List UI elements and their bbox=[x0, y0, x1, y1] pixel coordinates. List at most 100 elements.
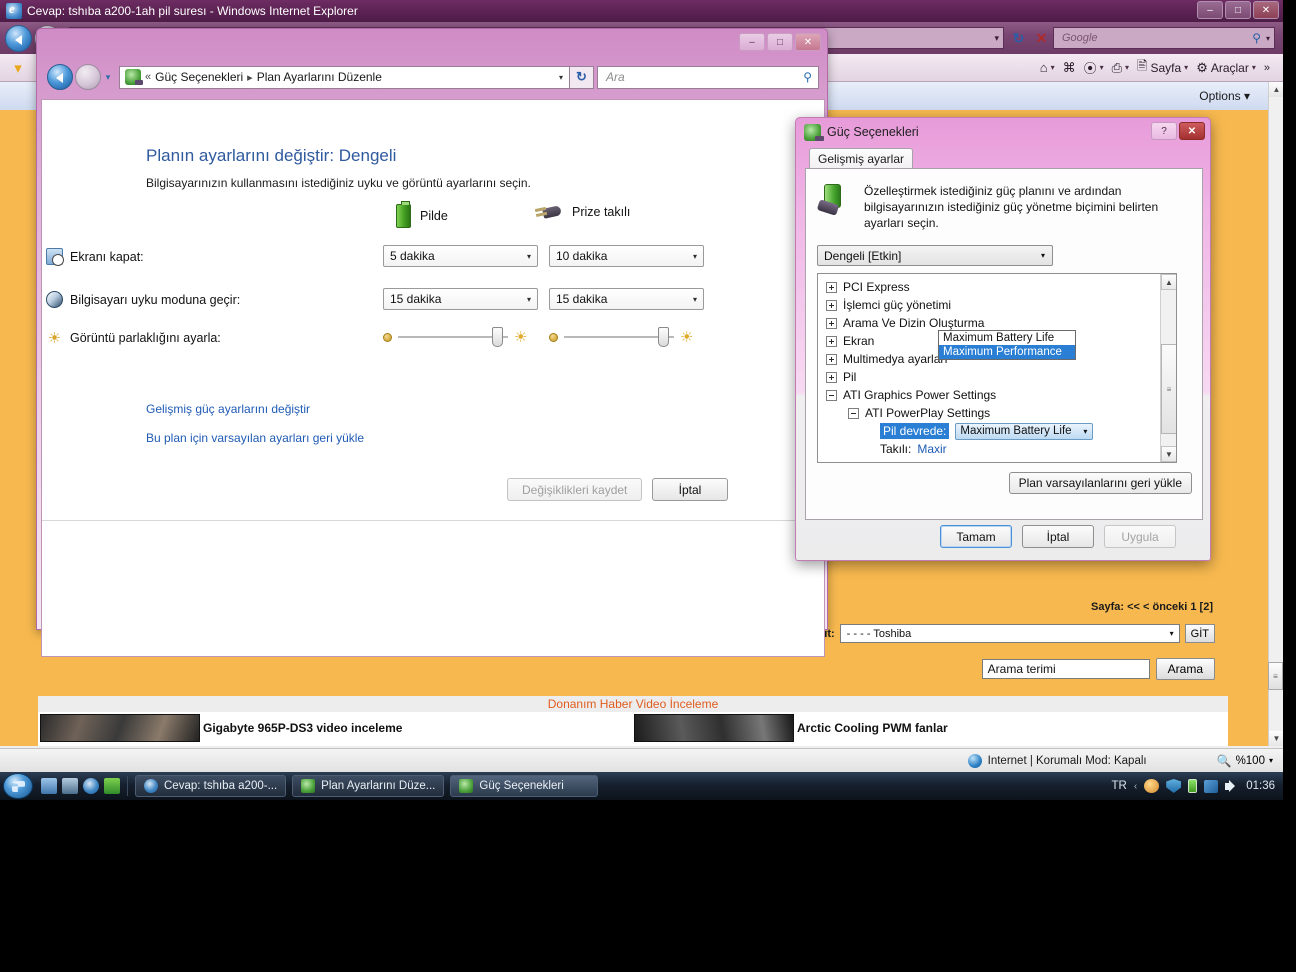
start-button[interactable] bbox=[3, 773, 33, 799]
brightness-plugged-slider[interactable]: ☀ bbox=[549, 327, 693, 347]
cancel-button[interactable]: İptal bbox=[652, 478, 728, 501]
plan-search-input[interactable]: Ara ⚲ bbox=[597, 65, 819, 89]
plan-window-title-bar[interactable]: – □ ✕ bbox=[37, 29, 827, 59]
tab-advanced-settings[interactable]: Gelişmiş ayarlar bbox=[809, 148, 914, 168]
restore-plan-defaults-button[interactable]: Plan varsayılanlarını geri yükle bbox=[1008, 472, 1192, 494]
scrollbar-thumb[interactable]: ≡ bbox=[1268, 662, 1283, 690]
chevron-down-icon[interactable]: ▾ bbox=[1100, 63, 1104, 72]
apply-button[interactable]: Uygula bbox=[1104, 525, 1176, 548]
chevron-down-icon[interactable]: ▾ bbox=[1184, 63, 1188, 72]
dialog-title-bar[interactable]: Güç Seçenekleri ? ✕ bbox=[796, 118, 1210, 146]
scrollbar-thumb[interactable]: ≡ bbox=[1161, 344, 1176, 434]
home-button[interactable]: ⌂ ▾ bbox=[1037, 58, 1058, 77]
dropdown-option-maximum-battery-life[interactable]: Maximum Battery Life bbox=[939, 331, 1075, 345]
powerplay-battery-dropdown-list[interactable]: Maximum Battery Life Maximum Performance bbox=[938, 330, 1076, 360]
stop-icon[interactable]: ✕ bbox=[1030, 27, 1053, 50]
plan-refresh-icon[interactable]: ↻ bbox=[570, 65, 594, 89]
volume-icon[interactable] bbox=[1225, 779, 1239, 793]
breadcrumb-chevron-icon[interactable]: « bbox=[145, 71, 151, 83]
plan-maximize-button[interactable]: □ bbox=[767, 33, 793, 51]
tree-item-battery[interactable]: Pil bbox=[826, 368, 1176, 386]
feeds-button[interactable]: ⌘ bbox=[1060, 58, 1079, 78]
slider-thumb[interactable] bbox=[658, 327, 669, 347]
scroll-up-icon[interactable]: ▲ bbox=[1161, 274, 1176, 290]
page-vertical-scrollbar[interactable]: ▲ ≡ ▼ bbox=[1268, 82, 1283, 746]
taskbar-item-power-options[interactable]: Güç Seçenekleri bbox=[450, 775, 599, 797]
powerplay-plugged-value[interactable]: Maxir bbox=[917, 442, 946, 456]
scroll-down-icon[interactable]: ▼ bbox=[1269, 731, 1283, 746]
battery-icon[interactable] bbox=[1188, 779, 1198, 793]
expand-plus-icon[interactable] bbox=[826, 317, 837, 329]
internet-explorer-icon[interactable] bbox=[83, 778, 99, 794]
clock[interactable]: 01:36 bbox=[1246, 780, 1275, 792]
tree-item-ati-powerplay-settings[interactable]: ATI PowerPlay Settings bbox=[826, 404, 1176, 422]
advanced-settings-tree[interactable]: PCI Express İşlemci güç yönetimi Arama V… bbox=[817, 273, 1177, 463]
ie-maximize-button[interactable]: □ bbox=[1225, 1, 1251, 19]
page-menu-button[interactable]: 🖹 Sayfa ▾ bbox=[1134, 55, 1191, 81]
chevron-down-icon[interactable]: ▾ bbox=[1269, 756, 1273, 765]
plan-minimize-button[interactable]: – bbox=[739, 33, 765, 51]
chevron-down-icon[interactable]: ▾ bbox=[101, 72, 115, 83]
switch-windows-icon[interactable] bbox=[62, 778, 78, 794]
save-changes-button[interactable]: Değişiklikleri kaydet bbox=[507, 478, 643, 501]
dialog-close-button[interactable]: ✕ bbox=[1179, 122, 1205, 140]
tree-item-pci-express[interactable]: PCI Express bbox=[826, 278, 1176, 296]
rss-button[interactable]: ⦿ ▾ bbox=[1081, 56, 1107, 79]
zoom-control[interactable]: 🔍 %100 ▾ bbox=[1217, 754, 1273, 768]
expand-plus-icon[interactable] bbox=[826, 281, 837, 293]
expand-plus-icon[interactable] bbox=[826, 299, 837, 311]
scroll-up-icon[interactable]: ▲ bbox=[1269, 82, 1283, 97]
tree-vertical-scrollbar[interactable]: ▲ ≡ ▼ bbox=[1160, 274, 1176, 462]
scroll-down-icon[interactable]: ▼ bbox=[1161, 446, 1176, 462]
power-plan-select[interactable]: Dengeli [Etkin] ▾ bbox=[817, 245, 1053, 266]
collapse-minus-icon[interactable] bbox=[826, 389, 837, 401]
list-item[interactable]: Gigabyte 965P-DS3 video inceleme bbox=[38, 714, 632, 742]
slider-thumb[interactable] bbox=[492, 327, 503, 347]
cancel-button[interactable]: İptal bbox=[1022, 525, 1094, 548]
security-zone-indicator[interactable]: Internet | Korumalı Mod: Kapalı bbox=[967, 753, 1147, 768]
breadcrumb-item-power-options[interactable]: Güç Seçenekleri bbox=[155, 70, 243, 84]
ie-close-button[interactable]: ✕ bbox=[1253, 1, 1279, 19]
refresh-icon[interactable]: ↻ bbox=[1007, 27, 1030, 50]
expand-plus-icon[interactable] bbox=[826, 371, 837, 383]
overflow-button[interactable]: » bbox=[1261, 60, 1273, 76]
chevron-down-icon[interactable]: ▾ bbox=[559, 73, 563, 82]
slider-track[interactable] bbox=[398, 327, 508, 347]
ok-button[interactable]: Tamam bbox=[940, 525, 1012, 548]
link-change-advanced-power-settings[interactable]: Gelişmiş güç ayarlarını değiştir bbox=[146, 402, 310, 416]
dropdown-option-maximum-performance[interactable]: Maximum Performance bbox=[939, 345, 1075, 359]
chevron-down-icon[interactable]: ▾ bbox=[994, 33, 999, 44]
sleep-plugged-combo[interactable]: 15 dakika ▾ bbox=[549, 288, 704, 310]
tree-item-ati-graphics-power-settings[interactable]: ATI Graphics Power Settings bbox=[826, 386, 1176, 404]
network-icon[interactable] bbox=[1204, 779, 1219, 793]
language-indicator[interactable]: TR bbox=[1112, 780, 1127, 792]
chevron-down-icon[interactable]: ▾ bbox=[1125, 63, 1129, 72]
list-item[interactable]: Arctic Cooling PWM fanlar bbox=[632, 714, 1226, 742]
powerplay-battery-combo[interactable]: Maximum Battery Life ▾ bbox=[955, 422, 1094, 440]
collapse-minus-icon[interactable] bbox=[848, 407, 859, 419]
plan-forward-button[interactable] bbox=[75, 64, 101, 90]
breadcrumb[interactable]: « Güç Seçenekleri ▸ Plan Ayarlarını Düze… bbox=[119, 65, 570, 89]
slider-track[interactable] bbox=[564, 327, 674, 347]
breadcrumb-item-edit-plan[interactable]: Plan Ayarlarını Düzenle bbox=[257, 70, 382, 84]
chevron-down-icon[interactable]: ▾ bbox=[1266, 34, 1270, 43]
link-restore-plan-defaults[interactable]: Bu plan için varsayılan ayarları geri yü… bbox=[146, 431, 364, 445]
expand-plus-icon[interactable] bbox=[826, 335, 837, 347]
brightness-battery-slider[interactable]: ☀ bbox=[383, 327, 527, 347]
search-icon[interactable]: ⚲ bbox=[1252, 31, 1261, 45]
goto-button[interactable]: GİT bbox=[1184, 624, 1215, 643]
print-button[interactable]: ⎙ ▾ bbox=[1109, 58, 1132, 78]
display-off-plugged-combo[interactable]: 10 dakika ▾ bbox=[549, 245, 704, 267]
display-off-battery-combo[interactable]: 5 dakika ▾ bbox=[383, 245, 538, 267]
chevron-down-icon[interactable]: ▾ bbox=[1051, 63, 1055, 72]
goto-select[interactable]: - - - - Toshiba ▾ bbox=[839, 624, 1180, 643]
chevron-down-icon[interactable]: ▾ bbox=[1244, 89, 1250, 103]
tray-expand-icon[interactable]: ‹ bbox=[1134, 781, 1137, 792]
network-shield-icon[interactable] bbox=[1166, 779, 1182, 793]
plan-back-button[interactable] bbox=[47, 64, 73, 90]
tree-item-processor-power[interactable]: İşlemci güç yönetimi bbox=[826, 296, 1176, 314]
taskbar-item-edit-plan-settings[interactable]: Plan Ayarlarını Düze... bbox=[292, 775, 445, 797]
ie-back-button[interactable] bbox=[5, 24, 32, 52]
expand-plus-icon[interactable] bbox=[826, 353, 837, 365]
favorites-star-icon[interactable]: ▾ bbox=[6, 56, 30, 80]
